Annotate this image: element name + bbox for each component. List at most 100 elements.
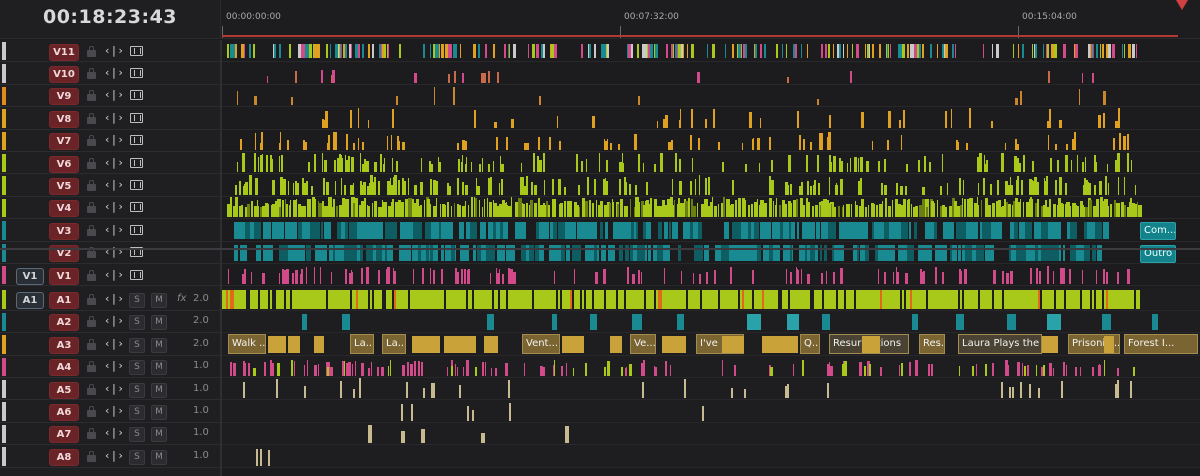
clip[interactable]: [989, 183, 992, 195]
clip[interactable]: [1042, 44, 1044, 59]
clip[interactable]: [282, 290, 284, 309]
clip[interactable]: [744, 199, 746, 218]
clip[interactable]: [772, 200, 774, 218]
clip[interactable]: [768, 198, 772, 218]
trim-icon[interactable]: ‹|›: [104, 223, 124, 236]
clip[interactable]: [243, 269, 247, 285]
clip[interactable]: [1102, 268, 1106, 285]
clip[interactable]: [1102, 313, 1112, 331]
clip[interactable]: [759, 44, 763, 59]
clip[interactable]: [821, 272, 824, 285]
clip[interactable]: [799, 134, 802, 150]
clip[interactable]: [249, 174, 252, 195]
clip[interactable]: [256, 199, 259, 218]
clip[interactable]: [255, 178, 259, 195]
film-icon[interactable]: [130, 202, 143, 213]
clip[interactable]: [830, 366, 833, 376]
clip[interactable]: [969, 222, 979, 239]
clip[interactable]: [480, 222, 486, 239]
clip[interactable]: [548, 137, 552, 150]
clip[interactable]: [1059, 176, 1063, 195]
clip[interactable]: [1047, 313, 1061, 331]
clip[interactable]: [606, 139, 609, 150]
clip[interactable]: [1013, 222, 1019, 239]
clip[interactable]: [671, 139, 674, 150]
clip[interactable]: [450, 206, 452, 218]
clip[interactable]: [457, 159, 460, 173]
clip[interactable]: [537, 155, 540, 173]
clip[interactable]: [525, 202, 529, 218]
clip[interactable]: [495, 222, 500, 239]
clip[interactable]: [306, 266, 308, 285]
clip[interactable]: [239, 138, 243, 150]
clip[interactable]: [606, 44, 609, 59]
clip[interactable]: [362, 141, 364, 150]
clip[interactable]: [1104, 181, 1107, 195]
clip[interactable]: [506, 141, 508, 150]
clip[interactable]: [801, 181, 803, 195]
clip[interactable]: [230, 362, 232, 376]
clip[interactable]: [380, 290, 382, 309]
clip[interactable]: [821, 133, 823, 150]
clip[interactable]: [1069, 268, 1071, 285]
clip[interactable]: [1079, 367, 1082, 376]
clip[interactable]: [842, 290, 844, 309]
clip[interactable]: [266, 155, 268, 173]
clip[interactable]: [403, 180, 407, 195]
clip[interactable]: [342, 313, 351, 331]
clip[interactable]: [340, 178, 342, 195]
clip[interactable]: [352, 389, 355, 399]
clip[interactable]: [279, 272, 281, 285]
clip[interactable]: [810, 142, 812, 150]
clip[interactable]: [631, 44, 634, 59]
clip[interactable]: [932, 202, 936, 218]
clip[interactable]: [1002, 271, 1004, 285]
clip[interactable]: [983, 155, 986, 173]
clip[interactable]: [1081, 73, 1083, 83]
clip[interactable]: [414, 362, 416, 376]
clip[interactable]: [594, 44, 597, 59]
clip[interactable]: [1015, 139, 1018, 150]
clip[interactable]: [843, 205, 845, 218]
clip[interactable]: [410, 403, 413, 421]
clip[interactable]: [490, 290, 492, 309]
clip[interactable]: [828, 44, 830, 59]
clip[interactable]: [1117, 176, 1120, 195]
clip[interactable]: [900, 185, 903, 195]
clip[interactable]: [764, 222, 772, 239]
clip[interactable]: [934, 266, 937, 285]
clip[interactable]: [714, 270, 717, 285]
clip[interactable]: [880, 183, 883, 195]
clip[interactable]: [390, 360, 392, 376]
clip[interactable]: [645, 182, 649, 195]
clip[interactable]: [1092, 290, 1094, 309]
clip[interactable]: [878, 161, 880, 173]
clip[interactable]: [851, 44, 853, 59]
clip[interactable]: [717, 204, 720, 218]
clip[interactable]: [1015, 97, 1018, 106]
clip[interactable]: [237, 90, 239, 106]
clip[interactable]: [1103, 90, 1106, 106]
clip[interactable]: [603, 269, 607, 285]
clip[interactable]: [301, 269, 304, 285]
clip[interactable]: [304, 142, 307, 150]
clip[interactable]: [683, 44, 685, 59]
clip[interactable]: [453, 71, 456, 83]
lock-icon[interactable]: [87, 338, 96, 350]
clip[interactable]: [466, 157, 468, 173]
clip[interactable]: [296, 199, 298, 218]
clip[interactable]: [958, 365, 961, 376]
clip[interactable]: [334, 160, 337, 173]
clip[interactable]: [982, 177, 985, 195]
clip[interactable]: [387, 365, 390, 376]
clip[interactable]: [1054, 179, 1058, 195]
clip[interactable]: [1094, 162, 1097, 173]
clip[interactable]: [1098, 364, 1101, 376]
clip[interactable]: [470, 162, 472, 173]
clip[interactable]: [374, 177, 377, 195]
clip[interactable]: [1091, 73, 1094, 83]
clip[interactable]: [348, 44, 351, 59]
clip[interactable]: [492, 44, 496, 59]
timeline-tracks[interactable]: Walk ...La...La...Vent...Ve...I've Bee..…: [222, 40, 1200, 476]
clip[interactable]: [888, 110, 891, 128]
